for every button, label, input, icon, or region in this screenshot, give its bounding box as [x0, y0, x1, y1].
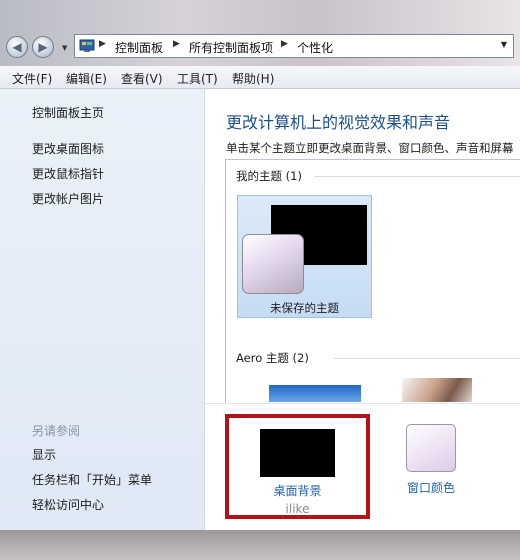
- window-bottom-edge: [0, 530, 520, 560]
- breadcrumb-separator[interactable]: ▶: [99, 39, 106, 49]
- desktop-background-label[interactable]: 桌面背景: [229, 482, 366, 499]
- back-button[interactable]: ◀: [6, 36, 28, 58]
- menu-tools[interactable]: 工具(T): [177, 70, 218, 87]
- breadcrumb-personalization[interactable]: 个性化: [297, 39, 333, 56]
- watermark-text: ilike: [285, 502, 310, 516]
- change-desktop-icons-link[interactable]: 更改桌面图标: [32, 140, 104, 157]
- menu-bar: 文件(F) 编辑(E) 查看(V) 工具(T) 帮助(H): [0, 66, 520, 89]
- change-mouse-pointers-link[interactable]: 更改鼠标指针: [32, 165, 104, 182]
- left-task-pane: 控制面板主页 更改桌面图标 更改鼠标指针 更改帐户图片 另请参阅 显示 任务栏和…: [0, 89, 205, 530]
- desktop-background-option[interactable]: 桌面背景 ilike: [225, 414, 370, 519]
- address-bar[interactable]: ▶ 控制面板 ▶ 所有控制面板项 ▶ 个性化 ▼: [74, 34, 514, 58]
- forward-button[interactable]: ▶: [32, 36, 54, 58]
- menu-view[interactable]: 查看(V): [121, 70, 163, 87]
- control-panel-home-link[interactable]: 控制面板主页: [32, 104, 104, 121]
- menu-file[interactable]: 文件(F): [12, 70, 52, 87]
- recent-pages-dropdown[interactable]: ▼: [62, 44, 67, 52]
- aero-theme-thumbnail[interactable]: [269, 385, 361, 402]
- group-divider: [314, 176, 520, 177]
- unsaved-theme-tile[interactable]: 未保存的主题: [237, 195, 372, 318]
- theme-list[interactable]: 我的主题 (1) 未保存的主题 Aero 主题 (2): [225, 159, 520, 405]
- my-themes-header[interactable]: 我的主题 (1): [236, 168, 302, 184]
- change-account-picture-link[interactable]: 更改帐户图片: [32, 190, 104, 207]
- address-dropdown-icon[interactable]: ▼: [501, 40, 507, 49]
- ease-of-access-link[interactable]: 轻松访问中心: [32, 496, 104, 513]
- aero-themes-header[interactable]: Aero 主题 (2): [236, 350, 309, 366]
- theme-color-swatch: [242, 234, 304, 294]
- menu-help[interactable]: 帮助(H): [232, 70, 274, 87]
- control-panel-icon: [79, 39, 95, 52]
- window-color-label[interactable]: 窗口颜色: [395, 479, 467, 496]
- breadcrumb-control-panel[interactable]: 控制面板: [115, 39, 163, 56]
- breadcrumb-separator[interactable]: ▶: [281, 39, 288, 49]
- window-color-icon[interactable]: [406, 424, 456, 472]
- breadcrumb-separator[interactable]: ▶: [173, 39, 180, 49]
- theme-options-bar: 桌面背景 ilike 窗口颜色: [205, 403, 520, 531]
- aero-theme-thumbnail[interactable]: [402, 378, 472, 402]
- menu-edit[interactable]: 编辑(E): [66, 70, 107, 87]
- window-titlebar: ◀ ▶ ▼ ▶ 控制面板 ▶ 所有控制面板项 ▶ 个性化 ▼: [0, 0, 520, 66]
- breadcrumb-all-items[interactable]: 所有控制面板项: [189, 39, 273, 56]
- page-subtitle: 单击某个主题立即更改桌面背景、窗口颜色、声音和屏幕: [226, 141, 514, 155]
- display-link[interactable]: 显示: [32, 446, 56, 463]
- taskbar-start-menu-link[interactable]: 任务栏和「开始」菜单: [32, 471, 152, 488]
- desktop-background-thumbnail: [260, 429, 335, 477]
- unsaved-theme-label: 未保存的主题: [270, 301, 339, 315]
- see-also-heading: 另请参阅: [32, 424, 81, 438]
- page-title: 更改计算机上的视觉效果和声音: [226, 113, 451, 132]
- group-divider: [334, 358, 520, 359]
